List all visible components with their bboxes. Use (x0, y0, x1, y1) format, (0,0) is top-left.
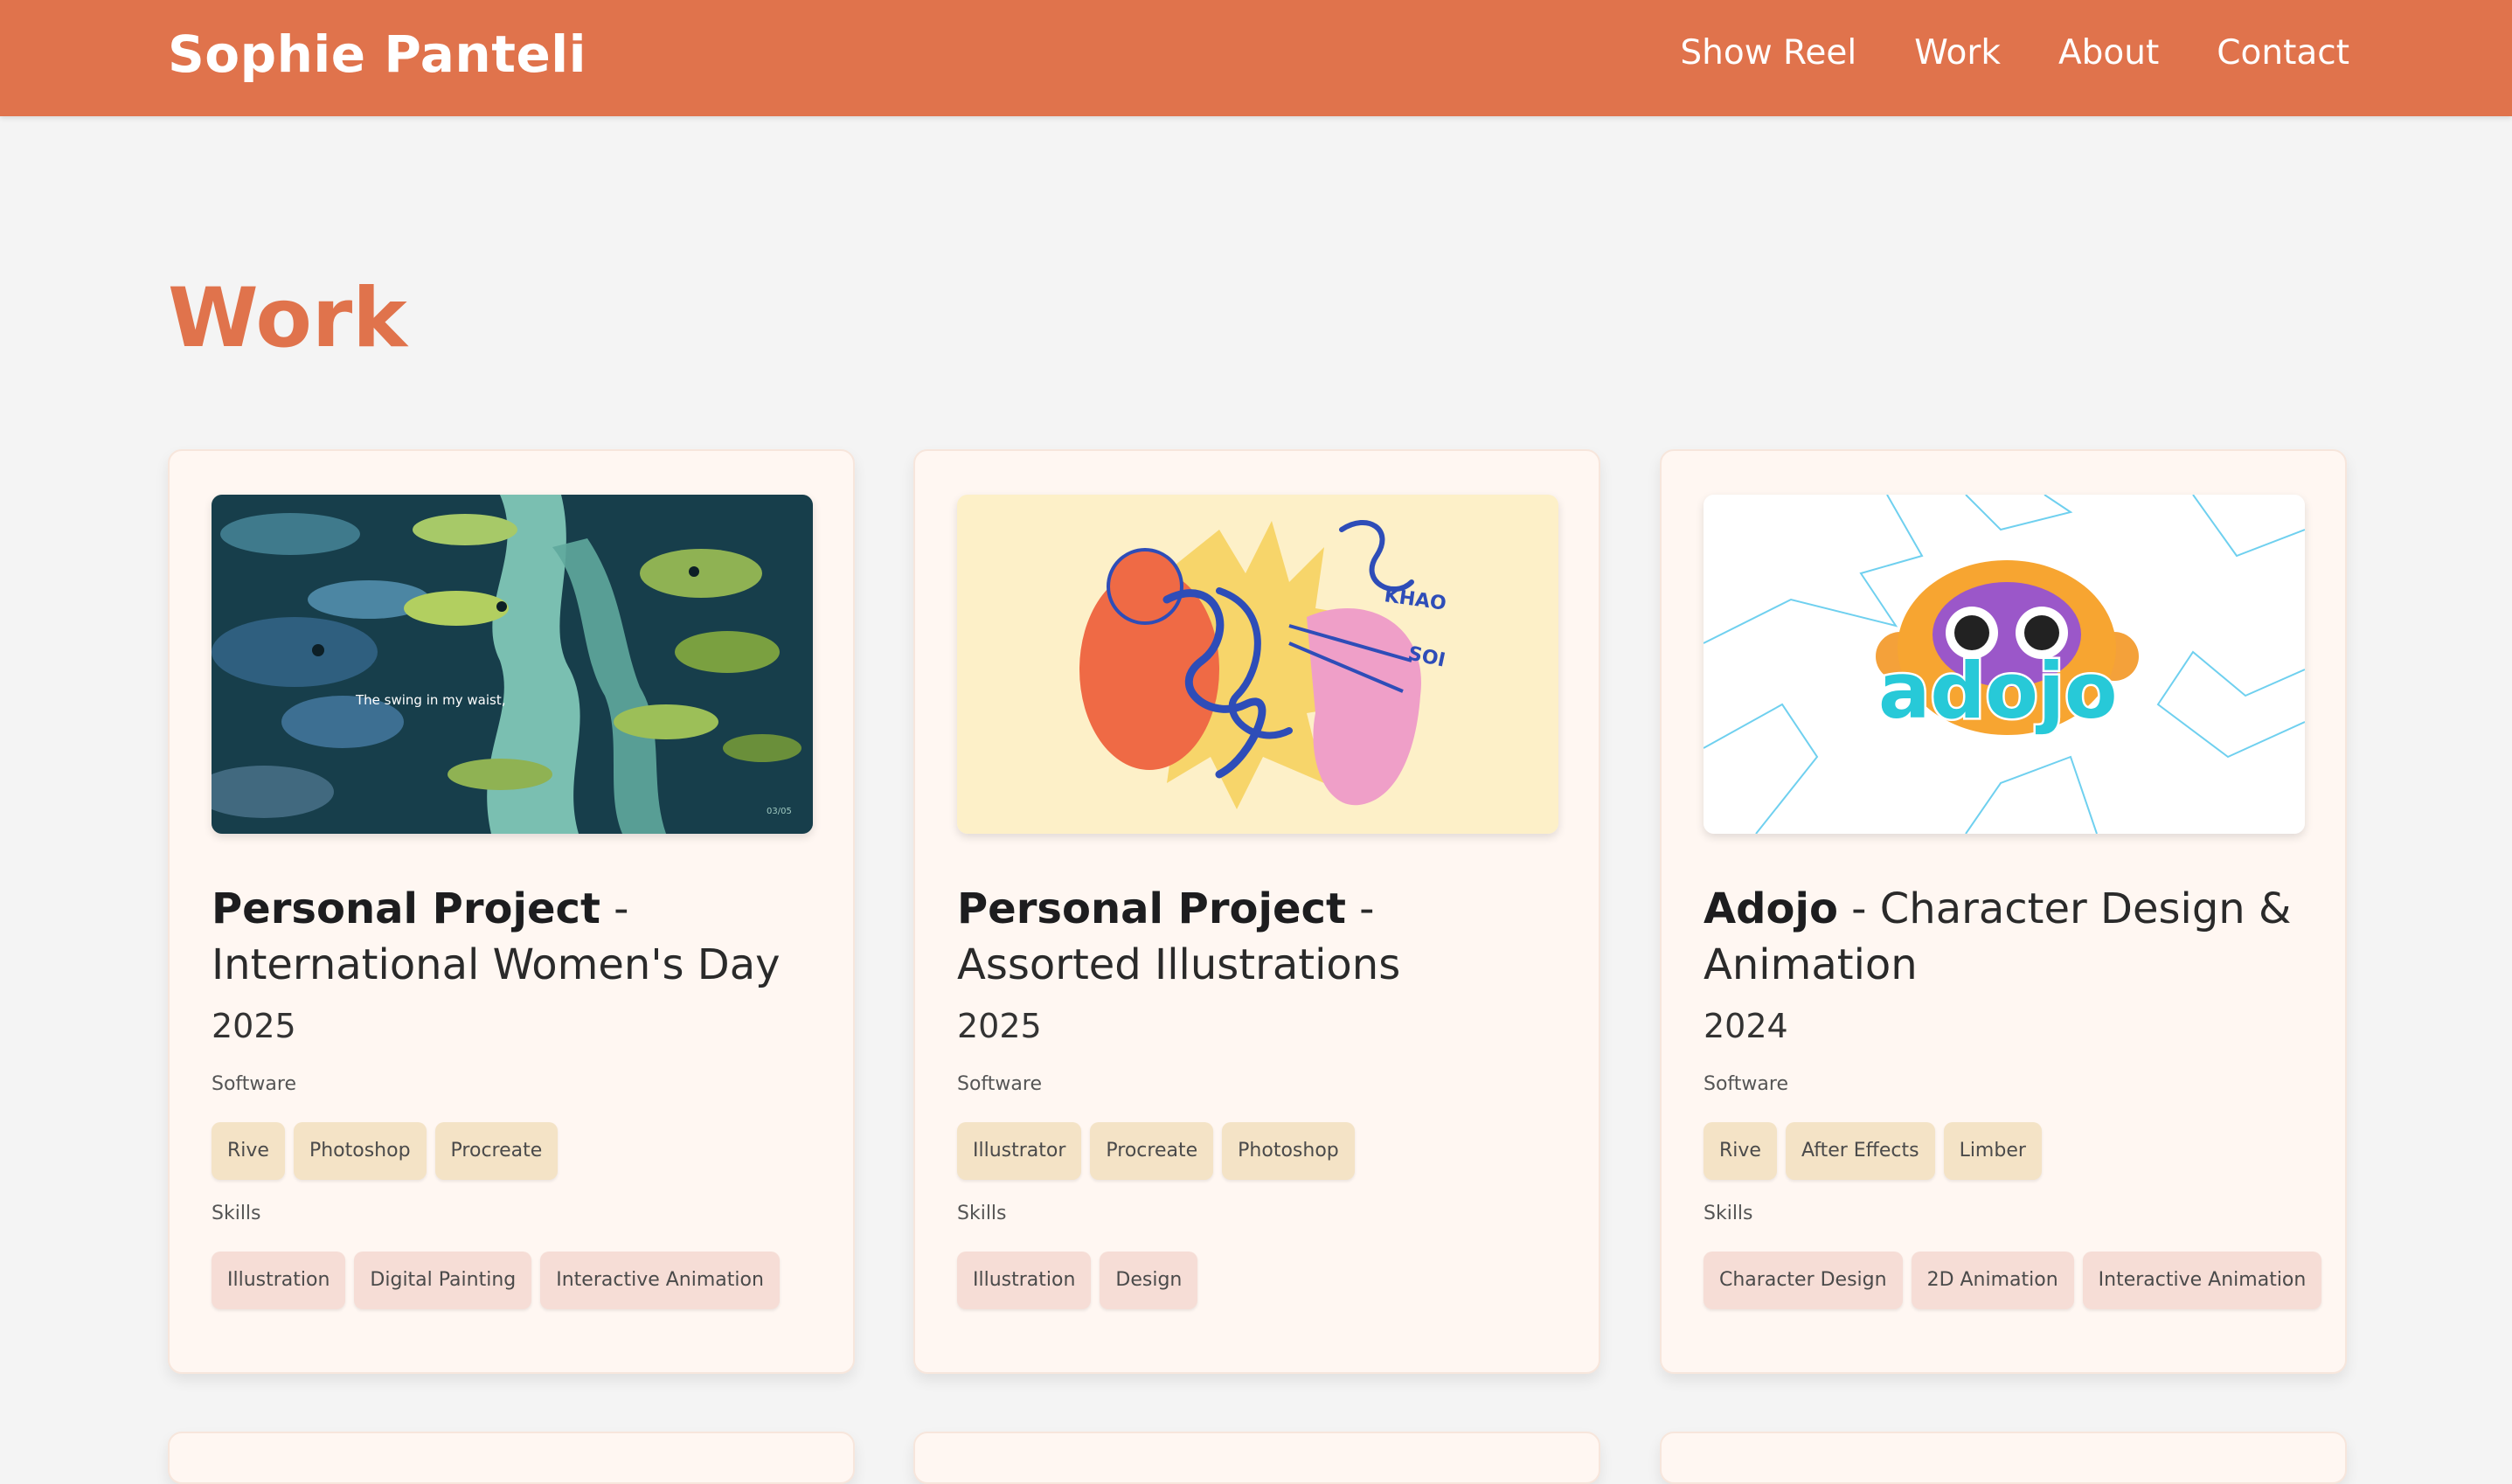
nav-about[interactable]: About (2058, 33, 2159, 73)
skill-tags: Illustration Digital Painting Interactiv… (212, 1252, 780, 1309)
tag-skill: Interactive Animation (2082, 1252, 2322, 1309)
skills-label: Skills (957, 1203, 1007, 1224)
tag-software: Photoshop (293, 1122, 427, 1180)
software-label: Software (957, 1073, 1042, 1095)
fish-illustration: The swing in my waist, 03/05 (212, 495, 813, 834)
thumbnail-counter: 03/05 (767, 807, 792, 816)
tag-skill: Digital Painting (354, 1252, 532, 1309)
project-title-strong: Personal Project (212, 884, 600, 933)
skills-label: Skills (1704, 1203, 1753, 1224)
skill-tags: Illustration Design (957, 1252, 1198, 1309)
software-label: Software (1704, 1073, 1788, 1095)
tag-software: Rive (212, 1122, 285, 1180)
project-card-adojo[interactable]: adojo Adojo - Character Design & Animati… (1660, 449, 2347, 1374)
tag-skill: Illustration (957, 1252, 1092, 1309)
tag-software: Procreate (1090, 1122, 1214, 1180)
tag-software: Rive (1704, 1122, 1777, 1180)
project-card-next[interactable] (168, 1432, 855, 1484)
top-navbar: Sophie Panteli Show Reel Work About Cont… (0, 0, 2512, 116)
khao-soi-illustration: KHAO SOI (957, 495, 1558, 834)
tag-software: After Effects (1785, 1122, 1935, 1180)
project-thumbnail-assorted[interactable]: KHAO SOI (957, 495, 1558, 834)
page-title: Work (168, 271, 407, 366)
project-title[interactable]: Personal Project - International Women's… (212, 881, 823, 993)
project-year: 2025 (212, 1007, 296, 1045)
project-year: 2025 (957, 1007, 1042, 1045)
project-card-assorted[interactable]: KHAO SOI Personal Project - Assorted Ill… (913, 449, 1600, 1374)
skill-tags: Character Design 2D Animation Interactiv… (1704, 1252, 2322, 1309)
skills-label: Skills (212, 1203, 261, 1224)
nav-work[interactable]: Work (1914, 33, 2001, 73)
adojo-monkey-illustration: adojo (1704, 495, 2305, 834)
project-card-iwd[interactable]: The swing in my waist, 03/05 Personal Pr… (168, 449, 855, 1374)
software-tags: Rive Photoshop Procreate (212, 1122, 559, 1180)
tag-skill: Illustration (212, 1252, 346, 1309)
software-tags: Illustrator Procreate Photoshop (957, 1122, 1355, 1180)
tag-software: Limber (1943, 1122, 2042, 1180)
tag-skill: Character Design (1704, 1252, 1903, 1309)
site-brand[interactable]: Sophie Panteli (168, 24, 586, 84)
software-tags: Rive After Effects Limber (1704, 1122, 2042, 1180)
main-nav: Show Reel Work About Contact (1680, 33, 2349, 73)
tag-software: Illustrator (957, 1122, 1082, 1180)
project-title[interactable]: Personal Project - Assorted Illustration… (957, 881, 1569, 993)
project-title[interactable]: Adojo - Character Design & Animation (1704, 881, 2315, 993)
project-card-next[interactable] (913, 1432, 1600, 1484)
project-thumbnail-adojo[interactable]: adojo (1704, 495, 2305, 834)
tag-skill: 2D Animation (1911, 1252, 2074, 1309)
project-title-strong: Personal Project (957, 884, 1346, 933)
project-year: 2024 (1704, 1007, 1788, 1045)
project-thumbnail-iwd[interactable]: The swing in my waist, 03/05 (212, 495, 813, 834)
nav-show-reel[interactable]: Show Reel (1680, 33, 1856, 73)
nav-contact[interactable]: Contact (2217, 33, 2349, 73)
thumbnail-caption: The swing in my waist, (355, 692, 506, 708)
project-card-next[interactable] (1660, 1432, 2347, 1484)
project-title-strong: Adojo (1704, 884, 1838, 933)
tag-software: Procreate (434, 1122, 559, 1180)
software-label: Software (212, 1073, 296, 1095)
tag-software: Photoshop (1222, 1122, 1355, 1180)
tag-skill: Interactive Animation (540, 1252, 780, 1309)
tag-skill: Design (1100, 1252, 1198, 1309)
adojo-logo-text: adojo (1878, 646, 2117, 736)
